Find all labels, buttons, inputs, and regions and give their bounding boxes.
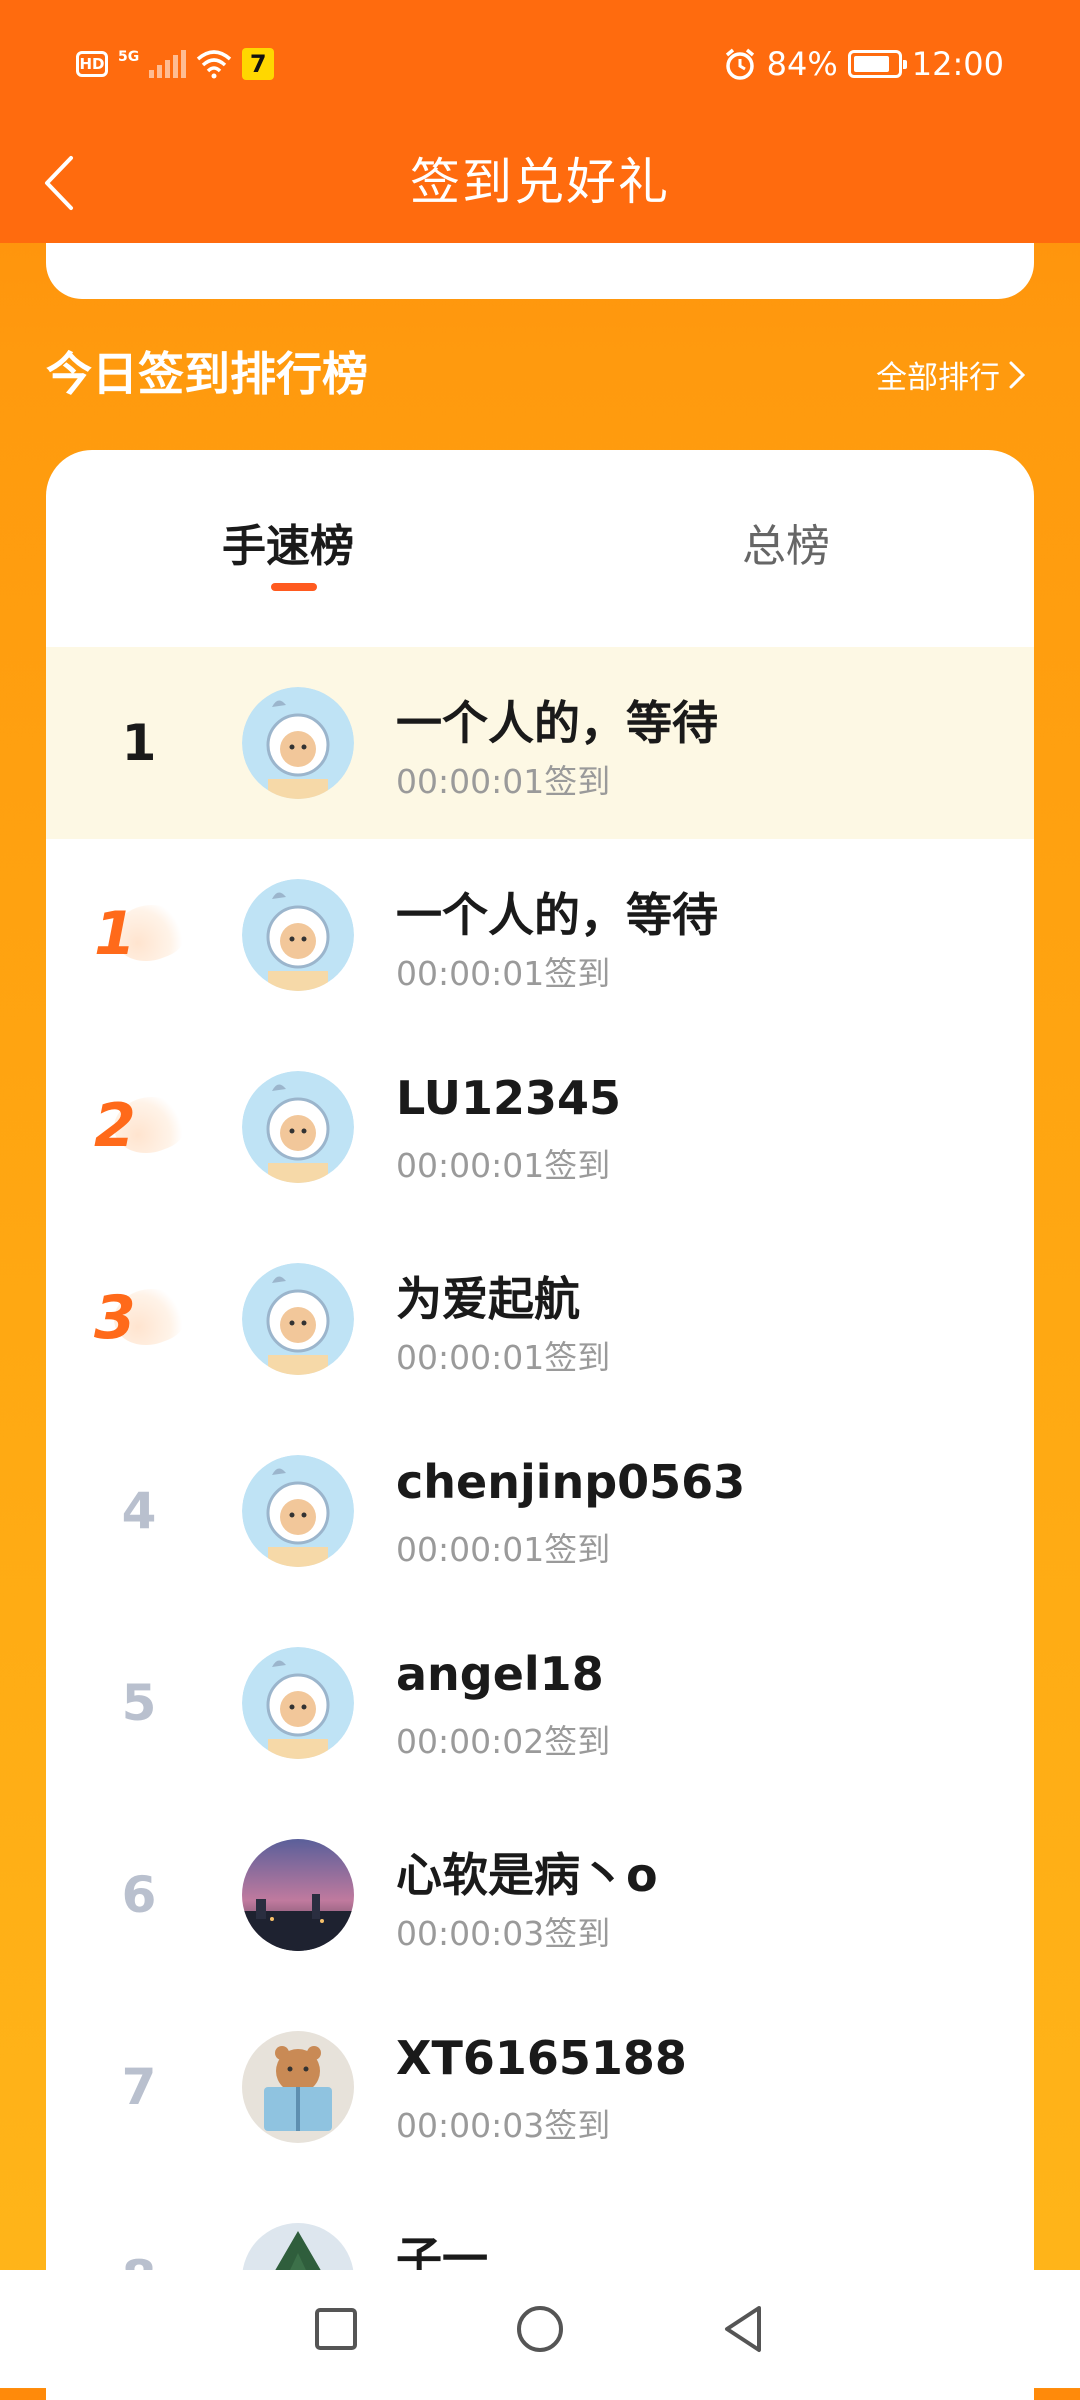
rank-row[interactable]: 7 XT6165188 00:00:03签到 bbox=[46, 1991, 1034, 2183]
rank-number: 3 bbox=[94, 1283, 136, 1353]
tab-speed-rank[interactable]: 手速榜 bbox=[222, 510, 354, 574]
back-icon[interactable] bbox=[717, 2302, 771, 2356]
user-name: angel18 bbox=[396, 1647, 604, 1701]
sign-in-time: 00:00:01签到 bbox=[396, 1530, 611, 1569]
rank-list: 1 一个人的，等待 00:00:01签到 1 一个人的，等待 00:00:01签到 2… bbox=[46, 647, 1034, 2375]
rank-row[interactable]: 1 一个人的，等待 00:00:01签到 bbox=[46, 839, 1034, 1031]
avatar-image bbox=[242, 2031, 354, 2143]
rank-number: 2 bbox=[94, 1091, 136, 1161]
status-left: HD 5G 7 bbox=[76, 44, 275, 84]
rank-number: 7 bbox=[121, 2058, 157, 2116]
astronaut-cat-avatar[interactable] bbox=[242, 1071, 354, 1183]
rank-medal-icon: 3 bbox=[94, 1278, 192, 1359]
user-name: 为爱起航 bbox=[396, 1272, 580, 1326]
page-title: 签到兑好礼 bbox=[410, 153, 670, 211]
alarm-icon bbox=[725, 48, 754, 80]
rank-row[interactable]: 4 chenjinp0563 00:00:01签到 bbox=[46, 1415, 1034, 1607]
rank-number-cell: 6 bbox=[46, 1799, 232, 1991]
sign-in-time: 00:00:03签到 bbox=[396, 1914, 611, 1953]
sign-in-time: 00:00:01签到 bbox=[396, 762, 611, 801]
avatar-image bbox=[242, 1839, 354, 1951]
my-rank-row[interactable]: 1 一个人的，等待 00:00:01签到 bbox=[46, 647, 1034, 839]
avatar-image bbox=[242, 1071, 354, 1183]
system-navigation-bar bbox=[0, 2270, 1080, 2388]
status-bar: HD 5G 7 84% 12:00 bbox=[0, 0, 1080, 128]
rank-number: 5 bbox=[121, 1674, 157, 1732]
all-rank-link[interactable]: 全部排行 bbox=[876, 352, 1026, 397]
rank-medal-icon: 2 bbox=[94, 1086, 192, 1167]
home-icon[interactable] bbox=[513, 2302, 567, 2356]
top-card bbox=[46, 243, 1034, 299]
battery-percent: 84% bbox=[766, 45, 838, 83]
rank-number-cell: 5 bbox=[46, 1607, 232, 1799]
rank-number-cell: 1 bbox=[46, 647, 232, 839]
avatar-image bbox=[242, 1647, 354, 1759]
rank-number: 4 bbox=[121, 1482, 157, 1540]
user-name: 一个人的，等待 bbox=[396, 696, 718, 750]
rank-number-cell: 2 bbox=[46, 1031, 232, 1223]
sign-in-time: 00:00:01签到 bbox=[396, 954, 611, 993]
sign-in-time: 00:00:01签到 bbox=[396, 1338, 611, 1377]
astronaut-cat-avatar[interactable] bbox=[242, 687, 354, 799]
user-name: chenjinp0563 bbox=[396, 1455, 746, 1509]
astronaut-cat-avatar[interactable] bbox=[242, 1263, 354, 1375]
all-rank-label: 全部排行 bbox=[876, 360, 1000, 396]
rank-number-cell: 7 bbox=[46, 1991, 232, 2183]
chevron-right-icon bbox=[1009, 361, 1026, 388]
rank-number: 1 bbox=[121, 714, 157, 772]
astronaut-cat-avatar[interactable] bbox=[242, 879, 354, 991]
wifi-icon bbox=[197, 50, 232, 79]
rank-medal-icon: 1 bbox=[94, 894, 192, 975]
rank-row[interactable]: 3 为爱起航 00:00:01签到 bbox=[46, 1223, 1034, 1415]
avatar-image bbox=[242, 1263, 354, 1375]
network-type: 5G bbox=[118, 49, 140, 65]
battery-level bbox=[853, 56, 889, 72]
user-name: 心软是病丶o bbox=[396, 1848, 658, 1902]
section-title: 今日签到排行榜 bbox=[46, 347, 368, 401]
tab-total-rank[interactable]: 总榜 bbox=[742, 510, 830, 574]
active-tab-indicator bbox=[271, 583, 317, 591]
app-header: 签到兑好礼 bbox=[0, 128, 1080, 243]
rank-row[interactable]: 5 angel18 00:00:02签到 bbox=[46, 1607, 1034, 1799]
rank-row[interactable]: 6 心软是病丶o 00:00:03签到 bbox=[46, 1799, 1034, 1991]
astronaut-cat-avatar[interactable] bbox=[242, 1455, 354, 1567]
rank-number-cell: 3 bbox=[46, 1223, 232, 1415]
reading-bear-avatar[interactable] bbox=[242, 2031, 354, 2143]
sunset-skyline-avatar[interactable] bbox=[242, 1839, 354, 1951]
sign-in-time: 00:00:01签到 bbox=[396, 1146, 611, 1185]
battery-icon bbox=[847, 50, 907, 78]
user-name: 一个人的，等待 bbox=[396, 888, 718, 942]
rank-number-cell: 1 bbox=[46, 839, 232, 1031]
sign-in-time: 00:00:02签到 bbox=[396, 1722, 611, 1761]
rank-number: 1 bbox=[94, 899, 136, 969]
astronaut-cat-avatar[interactable] bbox=[242, 1647, 354, 1759]
avatar-image bbox=[242, 1455, 354, 1567]
signal-icon bbox=[149, 50, 187, 78]
app-notification-badge: 7 bbox=[242, 48, 275, 80]
rank-row[interactable]: 2 LU12345 00:00:01签到 bbox=[46, 1031, 1034, 1223]
clock: 12:00 bbox=[911, 45, 1004, 83]
rank-number: 6 bbox=[121, 1866, 157, 1924]
sign-in-time: 00:00:03签到 bbox=[396, 2106, 611, 2145]
recent-apps-icon[interactable] bbox=[309, 2302, 363, 2356]
hd-badge: HD bbox=[76, 51, 108, 77]
avatar-image bbox=[242, 687, 354, 799]
status-right: 84% 12:00 bbox=[723, 44, 1004, 84]
user-name: LU12345 bbox=[396, 1071, 622, 1125]
user-name: XT6165188 bbox=[396, 2031, 687, 2085]
rank-number-cell: 4 bbox=[46, 1415, 232, 1607]
leaderboard-card: 手速榜 总榜 1 一个人的，等待 00:00:01签到 1 一个人的，等待 00:0… bbox=[46, 450, 1034, 2400]
avatar-image bbox=[242, 879, 354, 991]
